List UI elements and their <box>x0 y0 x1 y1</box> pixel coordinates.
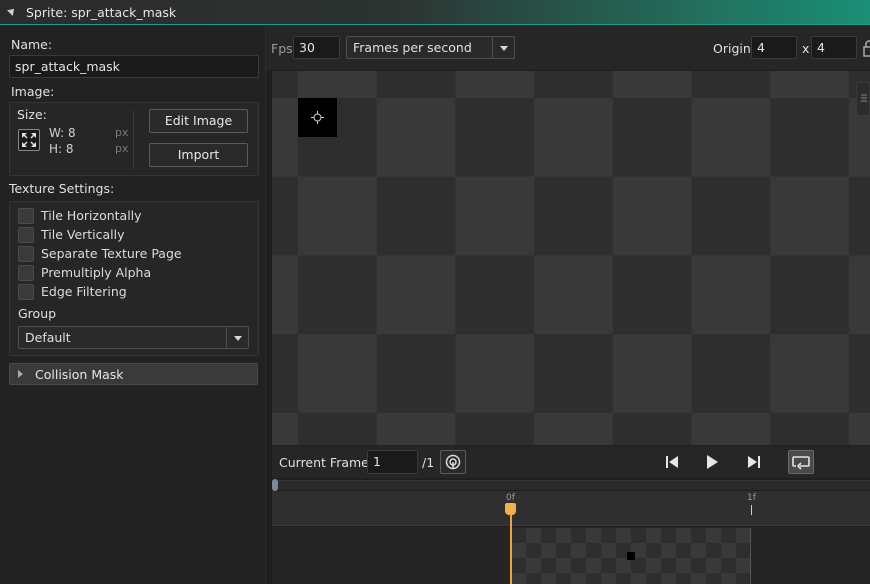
premultiply-alpha-label: Premultiply Alpha <box>41 265 152 280</box>
tile-vertically-checkbox[interactable] <box>18 227 34 243</box>
tile-horizontally-checkbox[interactable] <box>18 208 34 224</box>
timeline-tick <box>751 505 752 515</box>
current-frame-label: Current Frame: <box>279 455 374 470</box>
skip-forward-icon <box>748 456 760 468</box>
timeline-ruler[interactable] <box>272 491 870 526</box>
timeline-label-0: 0f <box>506 493 515 503</box>
collision-mask-label: Collision Mask <box>35 367 124 382</box>
edit-image-button[interactable]: Edit Image <box>149 109 248 133</box>
frame-thumbnail-pixel <box>627 552 635 560</box>
playhead-line[interactable] <box>510 512 512 584</box>
size-label: Size: <box>17 107 47 122</box>
timeline-label-1: 1f <box>747 493 756 503</box>
panel-drag-handle[interactable] <box>856 82 870 116</box>
fps-mode-dropdown[interactable]: Frames per second <box>346 36 515 59</box>
origin-y-input[interactable]: 4 <box>811 36 857 59</box>
onion-skin-icon <box>445 454 461 470</box>
collapse-arrow-icon[interactable] <box>7 6 17 16</box>
separate-texture-page-label: Separate Texture Page <box>41 246 182 261</box>
edge-filtering-label: Edge Filtering <box>41 284 127 299</box>
lock-icon[interactable] <box>862 39 870 57</box>
play-button[interactable] <box>701 451 723 473</box>
onion-skin-button[interactable] <box>440 450 466 474</box>
window-titlebar[interactable]: Sprite: spr_attack_mask <box>0 0 870 25</box>
collision-mask-section[interactable]: Collision Mask <box>9 363 258 385</box>
import-button[interactable]: Import <box>149 143 248 167</box>
fps-label: Fps <box>271 41 293 56</box>
group-dropdown[interactable]: Default <box>18 326 249 349</box>
first-frame-button[interactable] <box>661 451 683 473</box>
skip-back-icon <box>666 456 678 468</box>
chevron-down-icon <box>500 46 508 51</box>
fps-mode-dropdown-button[interactable] <box>492 37 514 58</box>
separate-texture-page-checkbox[interactable] <box>18 246 34 262</box>
height-value: H: 8 <box>49 142 74 156</box>
fps-input[interactable]: 30 <box>293 36 340 59</box>
edge-filtering-checkbox[interactable] <box>18 284 34 300</box>
fps-mode-value: Frames per second <box>353 40 472 55</box>
tile-horizontally-label: Tile Horizontally <box>41 208 142 223</box>
size-divider <box>133 110 134 170</box>
sprite-canvas[interactable] <box>272 71 870 445</box>
premultiply-alpha-checkbox[interactable] <box>18 265 34 281</box>
name-label: Name: <box>11 37 53 52</box>
height-unit: px <box>115 142 129 155</box>
resize-icon[interactable] <box>18 129 40 151</box>
image-label: Image: <box>11 84 55 99</box>
loop-icon <box>792 456 810 470</box>
origin-separator: x <box>802 41 810 56</box>
current-frame-input[interactable]: 1 <box>367 450 418 474</box>
width-value: W: 8 <box>49 126 76 140</box>
loop-toggle-button[interactable] <box>788 450 814 474</box>
sprite-preview <box>298 98 337 137</box>
origin-crosshair-icon[interactable] <box>298 98 337 137</box>
tile-vertically-label: Tile Vertically <box>41 227 125 242</box>
chevron-down-icon <box>234 336 242 341</box>
timeline-scrollbar[interactable] <box>272 480 870 490</box>
frame-total: /1 <box>422 455 435 470</box>
origin-label: Origin <box>713 41 751 56</box>
last-frame-button[interactable] <box>743 451 765 473</box>
group-dropdown-value: Default <box>25 330 71 345</box>
play-icon <box>707 455 718 469</box>
name-field[interactable]: spr_attack_mask <box>9 55 259 78</box>
window-title: Sprite: spr_attack_mask <box>26 5 177 20</box>
expand-arrow-icon <box>18 370 23 378</box>
group-label: Group <box>18 306 57 321</box>
width-unit: px <box>115 126 129 139</box>
group-dropdown-button[interactable] <box>226 327 248 348</box>
origin-x-input[interactable]: 4 <box>751 36 797 59</box>
playhead-handle[interactable] <box>505 503 516 515</box>
timeline-scroll-thumb[interactable] <box>272 479 278 491</box>
texture-settings-label: Texture Settings: <box>9 181 115 196</box>
